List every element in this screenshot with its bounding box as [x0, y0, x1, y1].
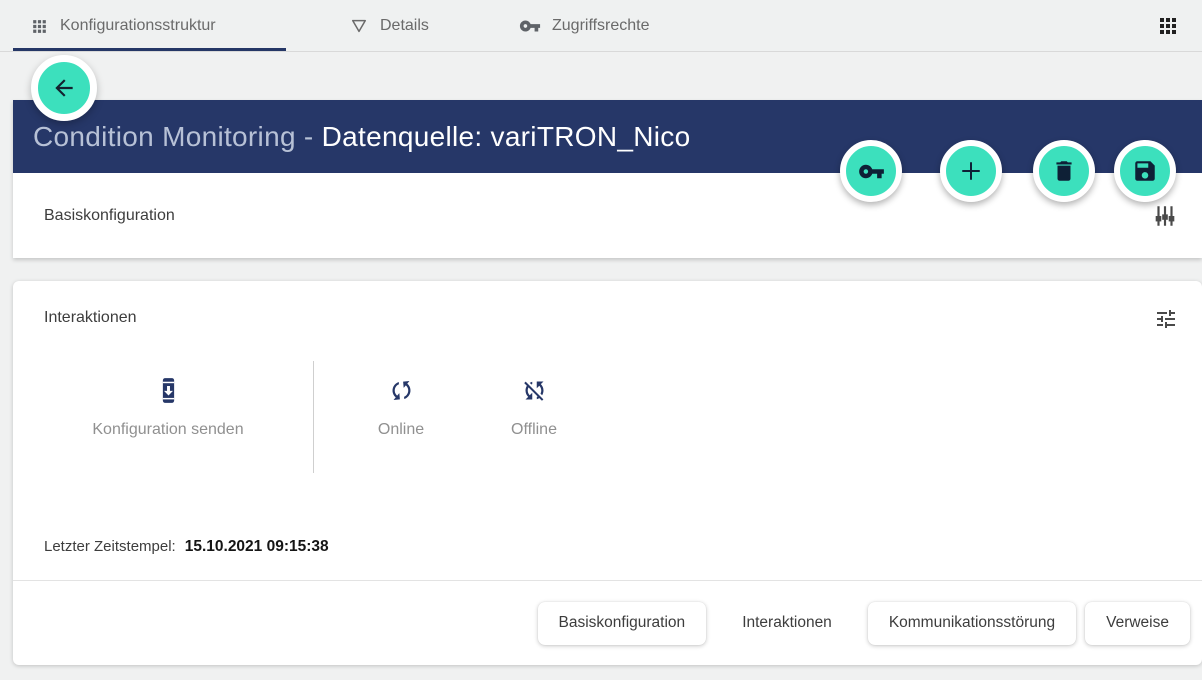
basiskonfiguration-row[interactable]: Basiskonfiguration — [13, 173, 1202, 258]
page-title-prefix: Condition Monitoring - — [33, 121, 322, 152]
sync-icon — [388, 377, 415, 404]
last-timestamp: Letzter Zeitstempel: 15.10.2021 09:15:38 — [44, 538, 329, 556]
offline-button[interactable]: Offline — [424, 377, 644, 439]
interaktionen-card: Interaktionen Konfiguration senden Onlin… — [13, 281, 1202, 665]
active-tab-indicator — [13, 48, 286, 51]
access-rights-button[interactable] — [840, 140, 902, 202]
grid-icon — [30, 17, 49, 36]
delete-button[interactable] — [1033, 140, 1095, 202]
send-configuration-label: Konfiguration senden — [92, 421, 243, 439]
send-to-device-icon — [155, 377, 182, 404]
sync-disabled-icon — [521, 377, 548, 404]
page-title-main: Datenquelle: variTRON_Nico — [322, 121, 691, 152]
plus-icon — [956, 156, 986, 186]
tab-details[interactable]: Details — [349, 0, 429, 52]
back-button[interactable] — [31, 55, 97, 121]
filter-icon — [349, 16, 369, 36]
datasource-card: Condition Monitoring - Datenquelle: vari… — [13, 100, 1202, 258]
add-button[interactable] — [940, 140, 1002, 202]
section-nav-footer: Basiskonfiguration Interaktionen Kommuni… — [13, 581, 1202, 665]
last-timestamp-label: Letzter Zeitstempel: — [44, 538, 176, 555]
trash-icon — [1051, 158, 1077, 184]
tune-icon[interactable] — [1154, 307, 1178, 331]
save-icon — [1132, 158, 1158, 184]
tab-zugriffsrechte[interactable]: Zugriffsrechte — [519, 0, 650, 52]
footer-basiskonfiguration-button[interactable]: Basiskonfiguration — [538, 602, 707, 645]
key-icon — [519, 15, 541, 37]
vertical-sliders-icon[interactable] — [1152, 203, 1178, 229]
online-label: Online — [378, 421, 424, 439]
footer-verweise-button[interactable]: Verweise — [1085, 602, 1190, 645]
top-tab-bar: Konfigurationsstruktur Details Zugriffsr… — [0, 0, 1202, 52]
datasource-header: Condition Monitoring - Datenquelle: vari… — [13, 100, 1202, 173]
interaktionen-title: Interaktionen — [44, 309, 137, 327]
arrow-left-icon — [51, 75, 77, 101]
basiskonfiguration-label: Basiskonfiguration — [44, 207, 175, 225]
tab-konfigurationsstruktur[interactable]: Konfigurationsstruktur — [30, 0, 216, 52]
tab-label: Zugriffsrechte — [552, 17, 650, 35]
apps-grid-icon[interactable] — [1156, 14, 1180, 38]
save-button[interactable] — [1114, 140, 1176, 202]
page-title: Condition Monitoring - Datenquelle: vari… — [33, 121, 690, 153]
last-timestamp-value: 15.10.2021 09:15:38 — [185, 538, 329, 555]
footer-interaktionen-label[interactable]: Interaktionen — [736, 614, 838, 632]
key-icon — [858, 158, 885, 185]
tab-label: Konfigurationsstruktur — [60, 17, 216, 35]
footer-kommunikationsstoerung-button[interactable]: Kommunikationsstörung — [868, 602, 1076, 645]
tab-label: Details — [380, 17, 429, 35]
send-configuration-button[interactable]: Konfiguration senden — [58, 377, 278, 439]
offline-label: Offline — [511, 421, 557, 439]
